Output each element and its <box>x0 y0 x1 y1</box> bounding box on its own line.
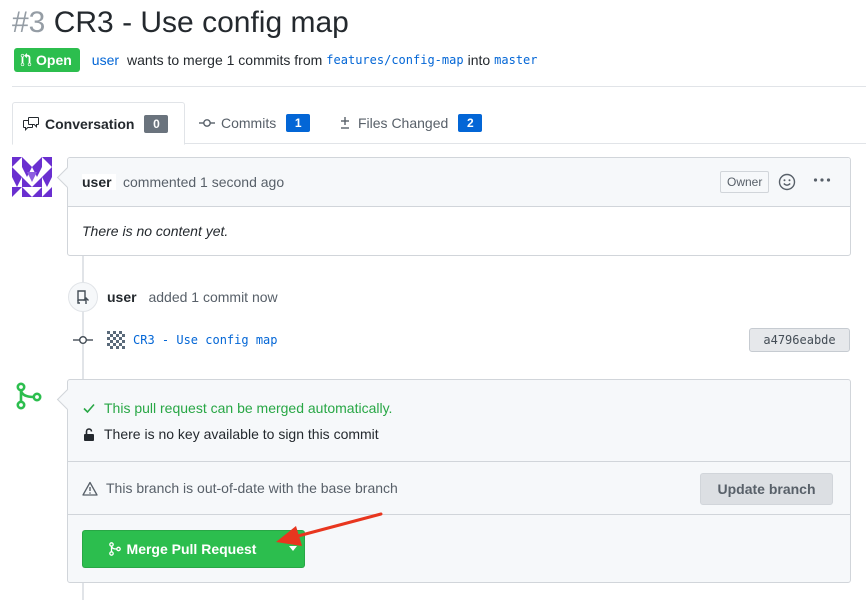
commit-sha-button[interactable]: a4796eabde <box>749 328 850 352</box>
tab-commits-label: Commits <box>221 115 277 131</box>
commit-message-link[interactable]: CR3 - Use config map <box>133 333 278 347</box>
update-branch-button[interactable]: Update branch <box>700 473 833 505</box>
merge-box-divider <box>68 461 850 462</box>
comment-timestamp[interactable]: 1 second ago <box>200 174 284 190</box>
repo-push-icon-badge <box>68 282 98 312</box>
pr-tabs: Conversation 0 Commits 1 Files Changed 2 <box>12 102 866 145</box>
comment-meta: commented 1 second ago <box>123 174 284 190</box>
pr-meta: Open user wants to merge 1 commits from … <box>14 48 542 72</box>
mergeable-text: This pull request can be merged automati… <box>104 400 393 416</box>
smiley-icon[interactable] <box>777 172 797 192</box>
git-merge-icon <box>16 382 42 410</box>
owner-badge: Owner <box>720 171 770 193</box>
alert-icon <box>82 481 98 496</box>
tab-conversation-count: 0 <box>144 114 169 133</box>
tab-conversation-label: Conversation <box>45 115 135 132</box>
pr-title-text: CR3 - Use config map <box>53 6 349 39</box>
tab-files-changed-label: Files Changed <box>358 115 449 131</box>
repo-push-icon <box>77 290 89 304</box>
comment-body: There is no content yet. <box>82 223 229 239</box>
merge-button-group: Merge Pull Request <box>82 530 305 568</box>
tab-commits[interactable]: Commits 1 <box>199 102 311 144</box>
commit-author-avatar[interactable] <box>107 331 125 349</box>
pr-number: #3 <box>12 6 46 39</box>
unlock-icon <box>84 428 94 441</box>
git-pull-request-icon <box>20 53 32 67</box>
comment-box: user commented 1 second ago Owner There … <box>67 157 851 256</box>
event-author[interactable]: user <box>107 289 137 305</box>
comment-action-text: commented <box>123 174 197 190</box>
status-badge: Open <box>14 48 80 72</box>
pr-title: #3 CR3 - Use config map <box>12 4 349 42</box>
merge-summary-text: wants to merge 1 commits from <box>127 52 323 68</box>
comment-author[interactable]: user <box>82 174 116 190</box>
signing-text: There is no key available to sign this c… <box>104 426 379 442</box>
event-description: added 1 commit now <box>148 289 278 305</box>
merge-button-label: Merge Pull Request <box>126 541 257 557</box>
check-icon <box>83 403 95 414</box>
tab-commits-count: 1 <box>286 114 311 132</box>
header-divider <box>12 86 866 87</box>
merge-box-divider <box>68 514 850 515</box>
tab-files-changed-count: 2 <box>458 114 483 132</box>
git-commit-icon <box>199 119 215 127</box>
tab-files-changed[interactable]: Files Changed 2 <box>338 102 483 144</box>
status-badge-label: Open <box>36 52 72 68</box>
diff-icon <box>341 117 349 129</box>
comment-discussion-icon <box>23 116 39 131</box>
git-merge-icon <box>108 542 121 556</box>
source-branch-link[interactable]: features/config-map <box>326 53 463 67</box>
tab-conversation[interactable]: Conversation 0 <box>12 102 185 145</box>
mergeable-status: This pull request can be merged automati… <box>82 400 392 416</box>
into-text: into <box>467 52 491 68</box>
avatar[interactable] <box>12 157 52 197</box>
merge-pull-request-button[interactable]: Merge Pull Request <box>82 530 282 568</box>
outdated-status: This branch is out-of-date with the base… <box>82 480 398 496</box>
signing-status: There is no key available to sign this c… <box>82 426 379 442</box>
kebab-horizontal-icon[interactable] <box>812 170 832 190</box>
merge-box: This pull request can be merged automati… <box>67 379 851 583</box>
git-commit-icon <box>73 335 93 344</box>
outdated-text: This branch is out-of-date with the base… <box>106 480 398 496</box>
comment-header: user commented 1 second ago Owner <box>68 158 850 207</box>
target-branch-link[interactable]: master <box>494 53 537 67</box>
triangle-down-icon <box>289 546 297 551</box>
timeline-event: user added 1 commit now <box>107 289 278 305</box>
author-link[interactable]: user <box>92 52 119 68</box>
merge-options-dropdown[interactable] <box>282 530 305 568</box>
